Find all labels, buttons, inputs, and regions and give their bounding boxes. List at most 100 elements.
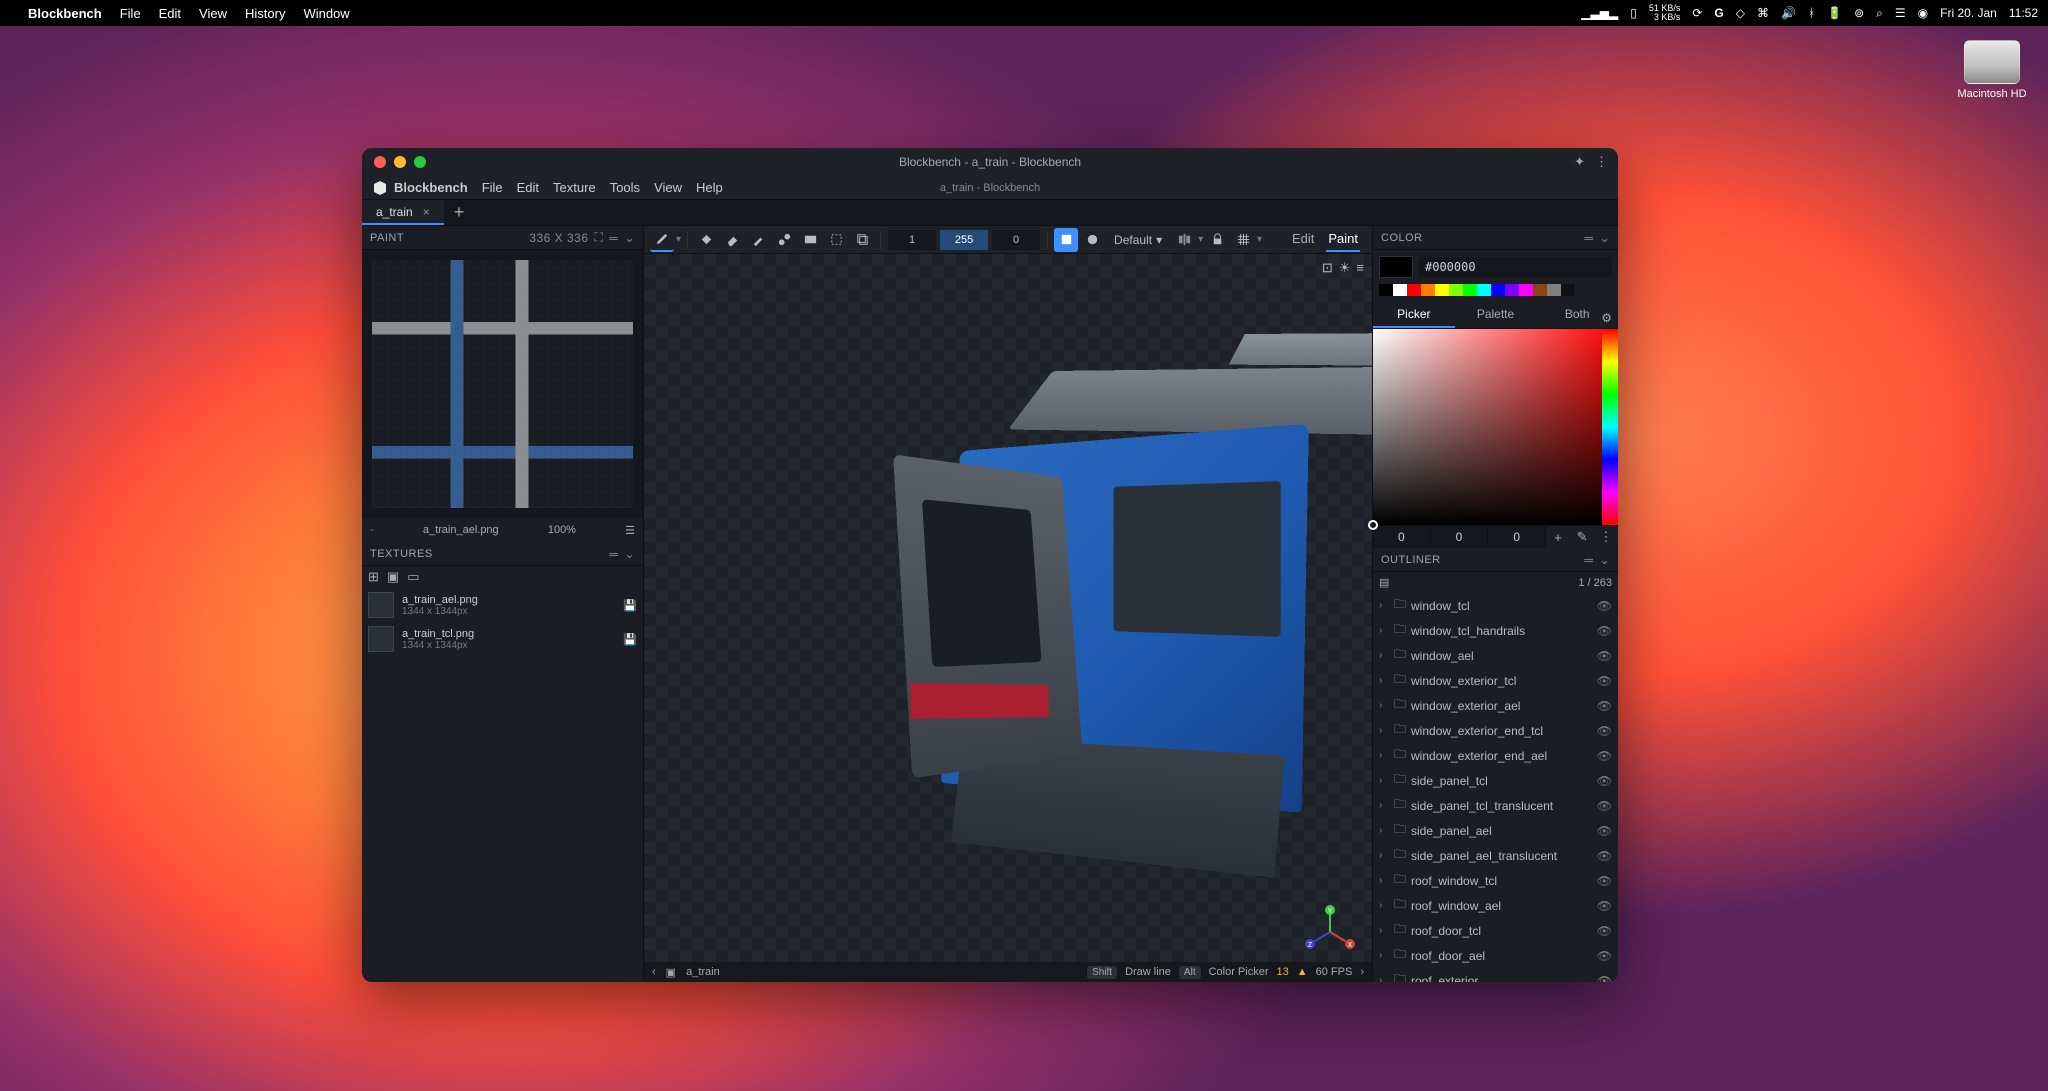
status-search-icon[interactable]: ⌕: [1876, 6, 1883, 21]
visibility-icon[interactable]: 👁: [1597, 699, 1612, 713]
gear-icon[interactable]: ⚙: [1601, 306, 1612, 330]
chevron-right-icon[interactable]: ›: [1379, 875, 1389, 886]
desktop-drive-icon[interactable]: Macintosh HD: [1952, 40, 2032, 100]
status-link-icon[interactable]: ⌘: [1757, 6, 1769, 20]
palette-color[interactable]: [1463, 284, 1477, 296]
chevron-right-icon[interactable]: ›: [1379, 850, 1389, 861]
chevron-right-icon[interactable]: ›: [1379, 725, 1389, 736]
chevron-right-icon[interactable]: ›: [1379, 625, 1389, 636]
warning-icon[interactable]: ▲: [1297, 966, 1308, 978]
chevron-right-icon[interactable]: ›: [1379, 700, 1389, 711]
outliner-item[interactable]: ›🗀roof_window_tcl👁: [1373, 868, 1618, 893]
save-icon[interactable]: 💾: [623, 599, 637, 612]
outliner-item[interactable]: ›🗀side_panel_tcl👁: [1373, 768, 1618, 793]
outliner-item[interactable]: ›🗀window_exterior_end_tcl👁: [1373, 718, 1618, 743]
visibility-icon[interactable]: 👁: [1597, 924, 1612, 938]
outliner-item[interactable]: ›🗀roof_door_ael👁: [1373, 943, 1618, 968]
outliner-item[interactable]: ›🗀side_panel_tcl_translucent👁: [1373, 793, 1618, 818]
color-hue-slider[interactable]: [1602, 329, 1618, 525]
copy-tool-button[interactable]: [850, 228, 874, 252]
visibility-icon[interactable]: 👁: [1597, 724, 1612, 738]
window-zoom-button[interactable]: [414, 156, 426, 168]
menubar-history[interactable]: History: [245, 6, 285, 21]
appmenu-file[interactable]: File: [482, 180, 503, 195]
mode-edit-tab[interactable]: Edit: [1290, 227, 1316, 252]
3d-viewport[interactable]: ⊡ ☀ ≡ Y X Z: [644, 254, 1372, 982]
app-logo[interactable]: Blockbench: [372, 180, 468, 196]
brush-tool-button[interactable]: [650, 228, 674, 252]
appmenu-tools[interactable]: Tools: [610, 180, 640, 195]
chevron-right-icon[interactable]: ›: [1379, 650, 1389, 661]
visibility-icon[interactable]: 👁: [1597, 649, 1612, 663]
menubar-app[interactable]: Blockbench: [28, 6, 102, 21]
select-tool-button[interactable]: [824, 228, 848, 252]
uv-options-icon[interactable]: ═: [609, 231, 618, 245]
status-control-icon[interactable]: ☰: [1895, 6, 1906, 20]
color-chevron-icon[interactable]: ⌄: [1599, 231, 1610, 245]
eraser-tool-button[interactable]: [720, 228, 744, 252]
color-hex-input[interactable]: #000000: [1419, 257, 1612, 277]
uv-chevron-icon[interactable]: ⌄: [624, 231, 635, 245]
chevron-right-icon[interactable]: ›: [1379, 775, 1389, 786]
palette-color[interactable]: [1449, 284, 1463, 296]
palette-color[interactable]: [1505, 284, 1519, 296]
visibility-icon[interactable]: 👁: [1597, 849, 1612, 863]
uv-fullscreen-icon[interactable]: ⛶: [595, 230, 604, 245]
outliner-item[interactable]: ›🗀side_panel_ael_translucent👁: [1373, 843, 1618, 868]
outliner-item[interactable]: ›🗀window_exterior_ael👁: [1373, 693, 1618, 718]
window-close-button[interactable]: [374, 156, 386, 168]
outliner-chevron-icon[interactable]: ⌄: [1599, 553, 1610, 567]
palette-color[interactable]: [1561, 284, 1575, 296]
uv-list-icon[interactable]: ☰: [625, 524, 635, 537]
palette-color[interactable]: [1547, 284, 1561, 296]
chevron-right-icon[interactable]: ›: [1379, 975, 1389, 982]
palette-color[interactable]: [1533, 284, 1547, 296]
menu-dots-icon[interactable]: ⋮: [1595, 154, 1608, 170]
chevron-right-icon[interactable]: ›: [1379, 925, 1389, 936]
palette-color[interactable]: [1407, 284, 1421, 296]
textures-options-icon[interactable]: ═: [609, 547, 618, 561]
status-bluetooth-icon[interactable]: ᚼ: [1808, 6, 1815, 20]
appmenu-edit[interactable]: Edit: [517, 180, 539, 195]
outliner-item[interactable]: ›🗀side_panel_ael👁: [1373, 818, 1618, 843]
visibility-icon[interactable]: 👁: [1597, 799, 1612, 813]
outliner-item[interactable]: ›🗀window_tcl👁: [1373, 593, 1618, 618]
texture-folder-button[interactable]: ▭: [407, 569, 419, 585]
visibility-icon[interactable]: 👁: [1597, 824, 1612, 838]
outliner-item[interactable]: ›🗀roof_window_ael👁: [1373, 893, 1618, 918]
mirror-button[interactable]: [1172, 228, 1196, 252]
color-b-input[interactable]: 0: [1488, 526, 1546, 548]
shape-tool-button[interactable]: [772, 228, 796, 252]
menubar-window[interactable]: Window: [303, 6, 349, 21]
appmenu-help[interactable]: Help: [696, 180, 723, 195]
status-forward-icon[interactable]: ›: [1360, 966, 1364, 978]
color-picker-icon[interactable]: ✎: [1570, 529, 1594, 545]
menubar-time[interactable]: 11:52: [2009, 6, 2038, 20]
lock-button[interactable]: [1205, 228, 1229, 252]
import-texture-button[interactable]: ▣: [387, 569, 399, 585]
outliner-item[interactable]: ›🗀roof_exterior👁: [1373, 968, 1618, 982]
palette-color[interactable]: [1421, 284, 1435, 296]
project-tab[interactable]: a_train ×: [362, 200, 444, 225]
status-g-icon[interactable]: G: [1714, 6, 1723, 20]
outliner-filter-icon[interactable]: ▤: [1379, 576, 1389, 589]
viewport-light-icon[interactable]: ☀: [1339, 260, 1351, 276]
chevron-right-icon[interactable]: ›: [1379, 750, 1389, 761]
status-warn-count[interactable]: 13: [1277, 966, 1289, 978]
brush-softness-input[interactable]: 0: [992, 230, 1040, 250]
grid-button[interactable]: [1231, 228, 1255, 252]
chevron-right-icon[interactable]: ›: [1379, 825, 1389, 836]
status-battery2-icon[interactable]: 🔋: [1827, 6, 1842, 20]
visibility-icon[interactable]: 👁: [1597, 774, 1612, 788]
palette-color[interactable]: [1393, 284, 1407, 296]
visibility-icon[interactable]: 👁: [1597, 674, 1612, 688]
viewport-menu-icon[interactable]: ≡: [1356, 260, 1364, 276]
blend-mode-dropdown[interactable]: Default▾: [1106, 233, 1170, 247]
palette-color[interactable]: [1491, 284, 1505, 296]
menubar-edit[interactable]: Edit: [159, 6, 181, 21]
shape-circle-button[interactable]: [1080, 228, 1104, 252]
visibility-icon[interactable]: 👁: [1597, 949, 1612, 963]
outliner-item[interactable]: ›🗀window_ael👁: [1373, 643, 1618, 668]
tab-close-icon[interactable]: ×: [423, 205, 430, 219]
shape-square-button[interactable]: [1054, 228, 1078, 252]
